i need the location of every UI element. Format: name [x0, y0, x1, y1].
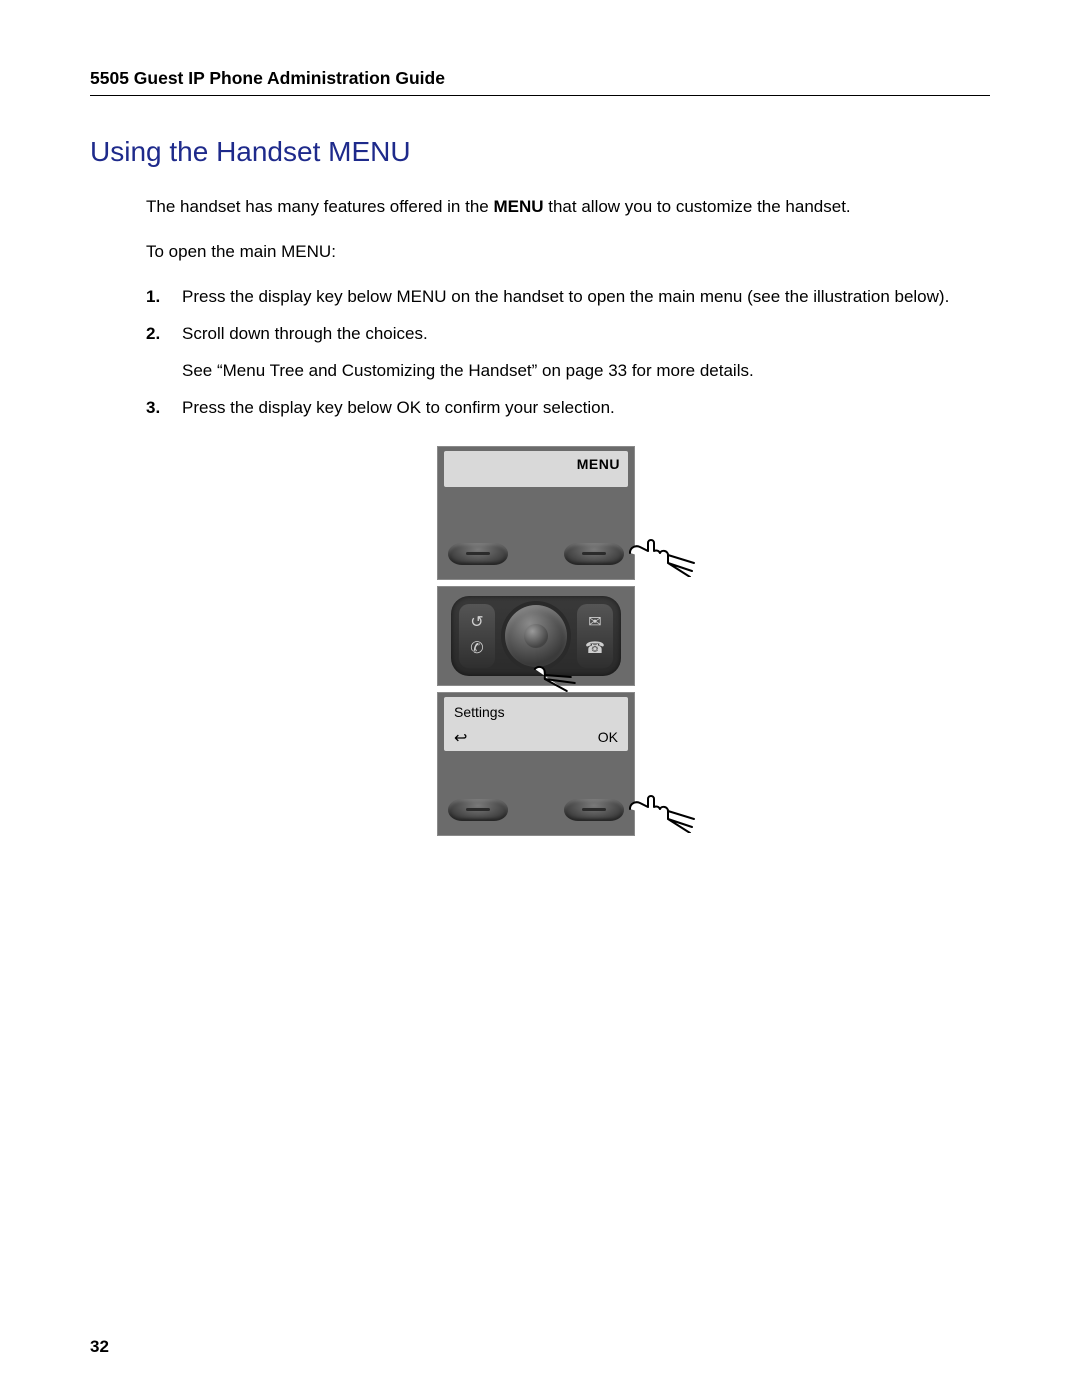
steps-list: Press the display key below MENU on the …: [146, 286, 990, 420]
nav-nub-icon: [524, 624, 548, 648]
end-call-icon: ☎: [585, 638, 605, 660]
nav-center-button: [505, 605, 567, 667]
open-line: To open the main MENU:: [146, 241, 990, 264]
step-1: Press the display key below MENU on the …: [146, 286, 990, 309]
call-icon: ✆: [470, 638, 483, 660]
section-title: Using the Handset MENU: [90, 136, 990, 168]
step-1-text: Press the display key below MENU on the …: [182, 287, 949, 306]
intro-text-bold: MENU: [493, 197, 543, 216]
document-page: 5505 Guest IP Phone Administration Guide…: [0, 0, 1080, 1397]
screen-ok-label: OK: [598, 728, 618, 747]
step-2: Scroll down through the choices. See “Me…: [146, 323, 990, 383]
intro-text-post: that allow you to customize the handset.: [544, 197, 851, 216]
pointing-hand-icon: [624, 789, 698, 833]
handset-screen-menu: MENU: [444, 451, 628, 487]
illus-panel-menu: MENU: [437, 446, 635, 580]
illus-panel-nav: ↺ ✆ ✉ ☎: [437, 586, 635, 686]
running-header: 5505 Guest IP Phone Administration Guide: [90, 68, 990, 96]
illus-panel-settings: Settings ↩ OK: [437, 692, 635, 836]
page-number: 32: [90, 1337, 109, 1357]
message-icon: ✉: [588, 612, 601, 634]
handset-screen-settings: Settings ↩ OK: [444, 697, 628, 751]
softkey-left-icon: [448, 543, 508, 565]
step-3-text: Press the display key below OK to confir…: [182, 398, 615, 417]
screen-settings-title: Settings: [454, 703, 618, 722]
nav-side-right: ✉ ☎: [577, 604, 613, 668]
back-icon: ↩: [454, 731, 467, 747]
step-2-sub: See “Menu Tree and Customizing the Hands…: [182, 360, 990, 383]
pointing-hand-icon: [624, 533, 698, 577]
handset-illustration: MENU ↺: [437, 446, 699, 842]
softkey-left-icon: [448, 799, 508, 821]
redial-icon: ↺: [470, 612, 483, 634]
step-2-text: Scroll down through the choices.: [182, 324, 428, 343]
intro-text-pre: The handset has many features offered in…: [146, 197, 493, 216]
body-content: The handset has many features offered in…: [146, 196, 990, 842]
softkey-right-icon: [564, 543, 624, 565]
softkey-right-icon: [564, 799, 624, 821]
illustration: MENU ↺: [146, 446, 990, 842]
intro-paragraph: The handset has many features offered in…: [146, 196, 990, 219]
step-3: Press the display key below OK to confir…: [146, 397, 990, 420]
screen-menu-label: MENU: [577, 455, 620, 474]
nav-side-left: ↺ ✆: [459, 604, 495, 668]
